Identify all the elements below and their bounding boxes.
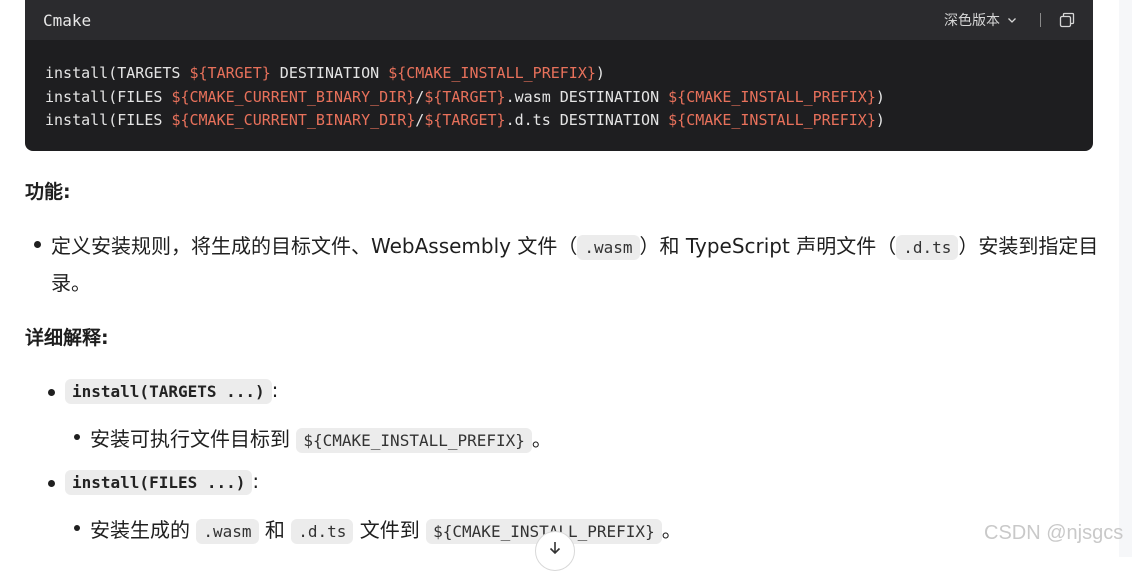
code-variable: ${CMAKE_INSTALL_PREFIX} <box>388 64 596 82</box>
header-divider <box>1040 13 1041 27</box>
text: 文件到 <box>359 518 420 542</box>
code-line: install(TARGETS ${TARGET} DESTINATION ${… <box>45 62 1073 86</box>
theme-selector[interactable]: 深色版本 <box>944 10 1018 30</box>
copy-icon[interactable] <box>1059 12 1075 28</box>
code-line: install(FILES ${CMAKE_CURRENT_BINARY_DIR… <box>45 109 1073 133</box>
watermark: CSDN @njsgcs <box>984 522 1124 544</box>
detail-subitem-targets: 安装可执行文件目标到 ${CMAKE_INSTALL_PREFIX}。 <box>90 423 552 453</box>
arrow-down-icon <box>547 540 563 570</box>
inline-code-install-prefix: ${CMAKE_INSTALL_PREFIX} <box>296 428 532 453</box>
code-text: / <box>415 111 425 129</box>
code-line: install(FILES ${CMAKE_CURRENT_BINARY_DIR… <box>45 86 1073 110</box>
code-text: ) <box>875 87 885 106</box>
code-variable: ${TARGET} <box>424 111 506 129</box>
code-text: ) <box>875 111 885 129</box>
bullet <box>48 480 55 487</box>
text: : <box>271 378 279 402</box>
function-description: 定义安装规则，将生成的目标文件、WebAssembly 文件（ .wasm ）和 T… <box>51 230 1099 260</box>
scrollbar-track[interactable] <box>1119 0 1132 557</box>
text: 。 <box>661 518 682 542</box>
detail-item-files: install(FILES ...): <box>65 469 260 495</box>
bullet <box>48 389 55 396</box>
theme-selector-label: 深色版本 <box>944 13 1000 29</box>
bullet <box>74 434 80 440</box>
scroll-to-bottom-button[interactable] <box>535 531 575 571</box>
code-variable: ${TARGET} <box>424 87 506 106</box>
inline-code-dts: .d.ts <box>291 519 354 544</box>
code-variable: ${CMAKE_CURRENT_BINARY_DIR} <box>171 87 416 106</box>
code-variable: ${CMAKE_INSTALL_PREFIX} <box>668 111 876 129</box>
code-text: install(FILES <box>45 87 172 106</box>
code-block: Cmake 深色版本 install(TARGETS ${TARGET} DES… <box>25 0 1093 151</box>
text: 。 <box>531 427 552 451</box>
code-variable: ${CMAKE_CURRENT_BINARY_DIR} <box>171 111 416 129</box>
code-variable: ${TARGET} <box>189 64 271 82</box>
function-description-cont: 录。 <box>51 271 91 295</box>
code-text: install(TARGETS <box>45 64 190 82</box>
text: 安装可执行文件目标到 <box>90 427 290 451</box>
code-text: ) <box>595 64 605 82</box>
text: 和 <box>264 518 285 542</box>
inline-code-dts: .d.ts <box>896 235 959 260</box>
code-text: .d.ts DESTINATION <box>505 111 669 129</box>
detail-subitem-files: 安装生成的 .wasm 和 .d.ts 文件到 ${CMAKE_INSTALL_… <box>90 514 682 544</box>
text: : <box>252 469 260 493</box>
code-text: install(FILES <box>45 111 172 129</box>
bullet <box>74 525 80 531</box>
code-text: DESTINATION <box>270 64 389 82</box>
bullet <box>34 241 41 248</box>
detail-heading: 详细解释: <box>25 327 109 349</box>
inline-code-wasm: .wasm <box>196 519 259 544</box>
chevron-down-icon <box>1006 14 1018 26</box>
code-language-label: Cmake <box>43 10 92 30</box>
code-text: .wasm DESTINATION <box>505 87 669 106</box>
code-variable: ${CMAKE_INSTALL_PREFIX} <box>668 87 876 106</box>
text: 定义安装规则，将生成的目标文件、WebAssembly 文件（ <box>51 234 578 258</box>
code-content: install(TARGETS ${TARGET} DESTINATION ${… <box>25 40 1093 133</box>
text: ）安装到指定目 <box>958 234 1099 258</box>
text: ）和 TypeScript 声明文件（ <box>639 234 897 258</box>
code-text: / <box>415 87 425 106</box>
function-heading: 功能: <box>25 181 71 203</box>
text: 安装生成的 <box>90 518 190 542</box>
inline-code-wasm: .wasm <box>577 235 640 260</box>
detail-item-targets: install(TARGETS ...): <box>65 378 279 404</box>
inline-code-install-targets: install(TARGETS ...) <box>65 379 272 404</box>
inline-code-install-files: install(FILES ...) <box>65 470 253 495</box>
code-header: Cmake 深色版本 <box>25 0 1093 40</box>
